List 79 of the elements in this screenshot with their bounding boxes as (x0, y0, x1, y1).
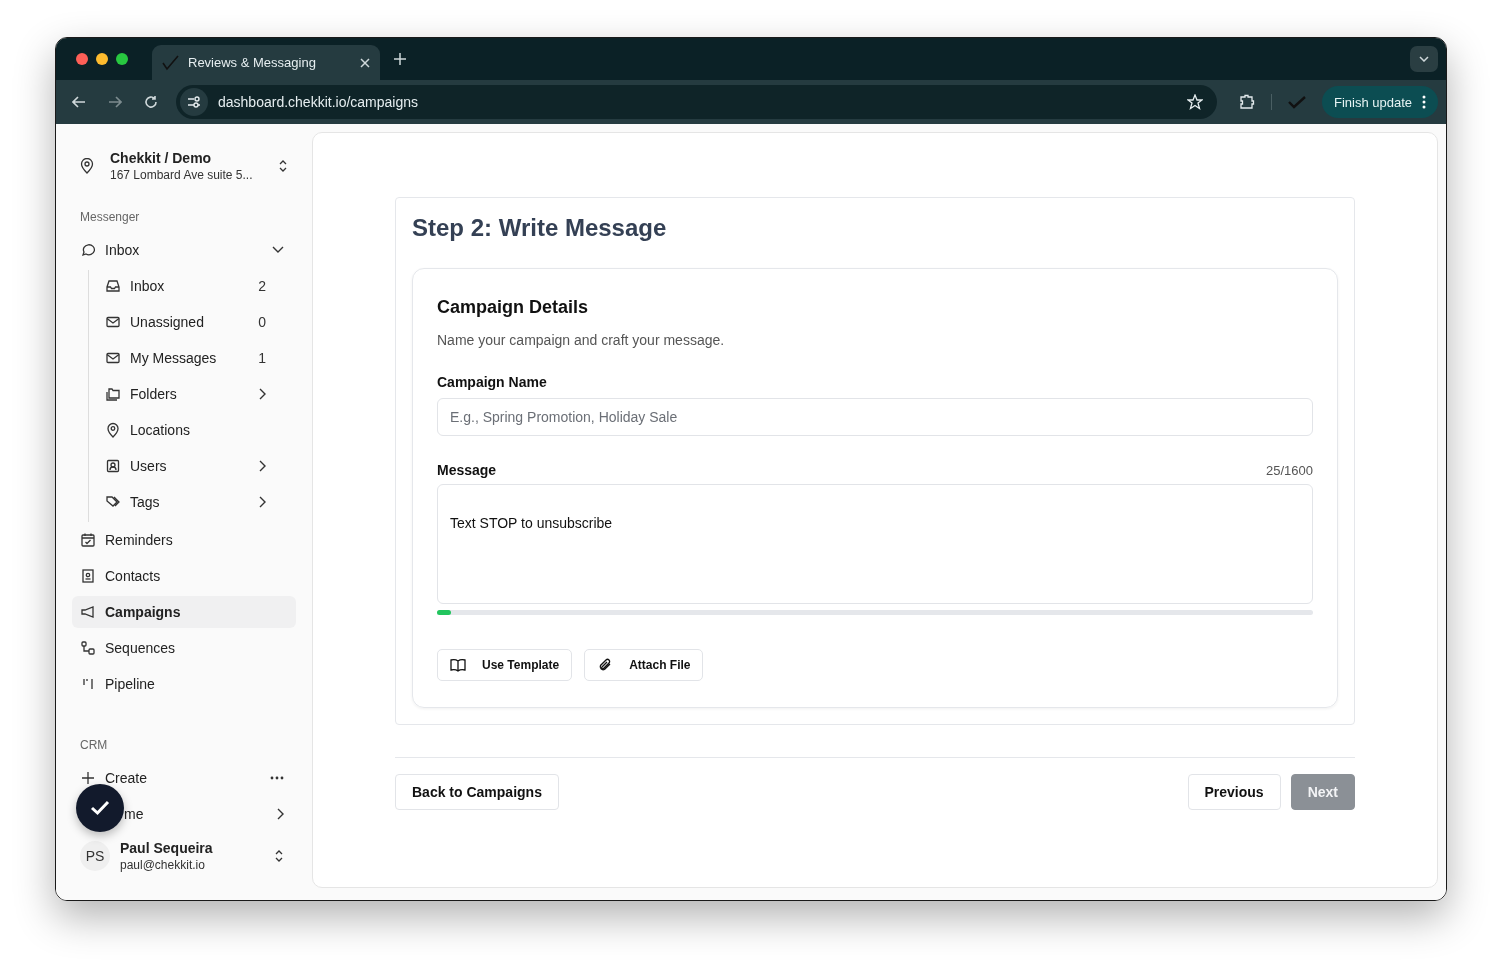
use-template-button[interactable]: Use Template (437, 649, 573, 681)
section-heading: Messenger (79, 210, 141, 226)
section-heading: CRM (79, 738, 109, 754)
card-title: Campaign Details (437, 297, 590, 318)
sidebar-item[interactable]: Inbox (72, 234, 296, 266)
check-icon (90, 800, 110, 816)
puzzle-icon[interactable] (1238, 94, 1255, 110)
sidebar-subitem[interactable]: My Messages 1 (105, 342, 296, 374)
sidebar-item[interactable]: Campaigns (72, 596, 296, 628)
sidebar-item[interactable]: Create (72, 762, 296, 794)
chat-bubble-icon (80, 242, 96, 258)
pipeline-icon (80, 676, 96, 692)
plus-icon (80, 770, 96, 786)
up-down-chevron-icon (278, 159, 288, 173)
back-to-campaigns-button[interactable]: Back to Campaigns (395, 774, 559, 810)
plus-icon[interactable] (394, 53, 406, 65)
message-field[interactable]: Text STOP to unsubscribe (437, 484, 1313, 604)
previous-button[interactable]: Previous (1187, 774, 1281, 810)
chevron-right-icon (276, 808, 284, 820)
address-bar[interactable]: dashboard.chekkit.io/campaigns (176, 85, 1217, 119)
check-logo-icon[interactable] (1287, 95, 1306, 109)
sidebar-subitem[interactable]: Folders (105, 378, 296, 410)
sidebar-subitem[interactable]: Inbox 2 (105, 270, 296, 302)
card-subtitle: Name your campaign and craft your message. (437, 332, 726, 348)
finish-update-button[interactable]: Finish update (1321, 86, 1438, 118)
sidebar-item[interactable]: me (72, 798, 296, 830)
sidebar-subitem[interactable]: Tags (105, 486, 296, 518)
location-pin-icon (80, 158, 94, 174)
floating-check-button[interactable] (76, 784, 124, 832)
more-vertical-icon[interactable] (1422, 95, 1426, 109)
maximize-window-icon[interactable] (116, 53, 128, 65)
field-label: Campaign Name (437, 374, 548, 390)
site-settings-icon[interactable] (180, 88, 208, 116)
megaphone-icon (80, 604, 96, 620)
forward-arrow-icon[interactable] (108, 96, 122, 108)
more-horizontal-icon[interactable] (270, 776, 284, 780)
check-logo-icon (162, 54, 180, 71)
organization-switcher[interactable]: Chekkit / Demo 167 Lombard Ave suite 5... (72, 146, 296, 186)
folders-icon (105, 386, 121, 402)
reload-icon[interactable] (144, 95, 158, 109)
browser-tab[interactable]: Reviews & Messaging (152, 45, 380, 80)
chevron-down-icon (1419, 56, 1429, 62)
contact-card-icon (80, 568, 96, 584)
campaign-name-field[interactable]: E.g., Spring Promotion, Holiday Sale (437, 398, 1313, 436)
item-count: 0 (258, 314, 266, 330)
organization-address: 167 Lombard Ave suite 5... (110, 168, 254, 182)
sidebar-subitem[interactable]: Unassigned 0 (105, 306, 296, 338)
calendar-icon (80, 532, 96, 548)
tray-icon (105, 278, 121, 294)
sidebar-item[interactable]: Pipeline (72, 668, 296, 700)
sidebar-subitem[interactable]: Users (105, 450, 296, 482)
sidebar-item[interactable]: Reminders (72, 524, 296, 556)
field-label: Message (437, 462, 497, 478)
tab-menu-button[interactable] (1410, 46, 1438, 72)
user-email: paul@chekkit.io (120, 858, 206, 872)
item-count: 1 (258, 350, 266, 366)
character-counter: 25/1600 (1266, 462, 1313, 478)
envelope-question-icon (105, 314, 121, 330)
minimize-window-icon[interactable] (96, 53, 108, 65)
location-pin-icon (105, 422, 121, 438)
user-name: Paul Sequeira (120, 840, 214, 856)
star-icon[interactable] (1186, 94, 1203, 110)
user-menu[interactable]: PS Paul Sequeira paul@chekkit.io (72, 834, 296, 878)
user-avatar: PS (80, 841, 110, 871)
sidebar-item[interactable]: Sequences (72, 632, 296, 664)
item-count: 2 (258, 278, 266, 294)
back-arrow-icon[interactable] (72, 96, 86, 108)
sidebar-item[interactable]: Contacts (72, 560, 296, 592)
sidebar-subitem[interactable]: Locations (105, 414, 296, 446)
up-down-chevron-icon (274, 849, 284, 863)
flow-icon (80, 640, 96, 656)
book-icon (450, 658, 466, 672)
close-window-icon[interactable] (76, 53, 88, 65)
attach-file-button[interactable]: Attach File (584, 649, 704, 681)
user-badge-icon (105, 458, 121, 474)
step-title: Step 2: Write Message (412, 214, 668, 242)
close-icon[interactable] (360, 57, 370, 68)
envelope-icon (105, 350, 121, 366)
organization-name: Chekkit / Demo (110, 150, 213, 166)
